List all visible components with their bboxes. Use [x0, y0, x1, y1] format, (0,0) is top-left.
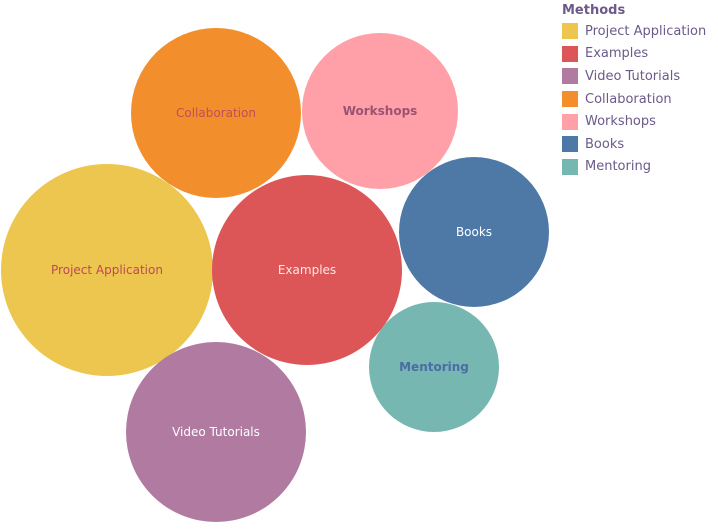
legend-item-collaboration[interactable]: Collaboration [562, 88, 706, 111]
legend-swatch-collaboration [562, 91, 578, 108]
legend-swatch-examples [562, 45, 578, 62]
legend-swatch-books [562, 136, 578, 153]
legend-item-books[interactable]: Books [562, 133, 706, 156]
legend-item-workshops[interactable]: Workshops [562, 110, 706, 133]
legend-item-project-application[interactable]: Project Application [562, 20, 706, 43]
legend-label-examples: Examples [585, 46, 649, 62]
legend-swatch-project-application [562, 23, 578, 40]
legend-label-video-tutorials: Video Tutorials [585, 68, 681, 84]
legend-title: Methods [562, 3, 626, 18]
bubble-label-workshops: Workshops [343, 104, 418, 118]
bubble-chart: Project Application Examples Video Tutoria… [1, 28, 549, 522]
legend-swatch-mentoring [562, 158, 578, 175]
bubble-label-project-application: Project Application [51, 263, 163, 277]
legend-label-workshops: Workshops [585, 114, 656, 130]
bubble-label-video-tutorials: Video Tutorials [172, 425, 260, 439]
bubble-label-collaboration: Collaboration [176, 106, 256, 120]
legend-item-mentoring[interactable]: Mentoring [562, 156, 706, 179]
legend-item-examples[interactable]: Examples [562, 43, 706, 66]
legend-label-books: Books [585, 136, 625, 152]
legend: Methods Project Application Examples Video… [562, 3, 706, 178]
legend-swatch-video-tutorials [562, 68, 578, 85]
legend-label-collaboration: Collaboration [585, 91, 672, 107]
legend-swatch-workshops [562, 113, 578, 130]
bubble-label-examples: Examples [278, 263, 336, 277]
legend-item-video-tutorials[interactable]: Video Tutorials [562, 65, 706, 88]
legend-label-mentoring: Mentoring [585, 159, 651, 175]
legend-items: Project Application Examples Video Tutoria… [562, 20, 706, 178]
bubble-label-books: Books [456, 225, 492, 239]
bubble-label-mentoring: Mentoring [399, 360, 469, 374]
legend-label-project-application: Project Application [585, 23, 707, 39]
